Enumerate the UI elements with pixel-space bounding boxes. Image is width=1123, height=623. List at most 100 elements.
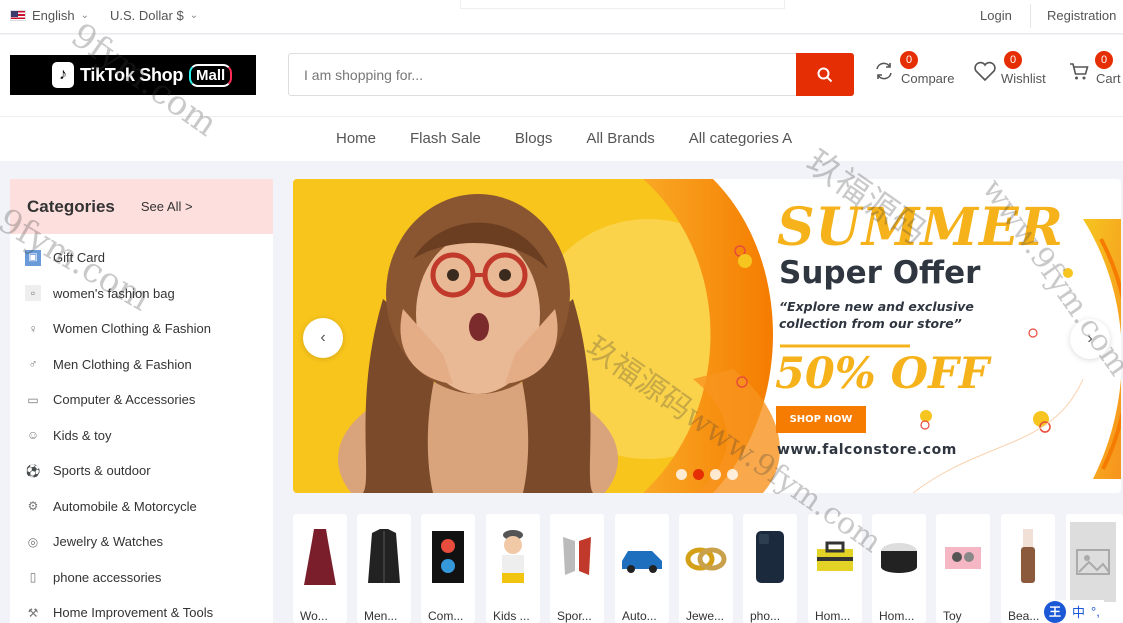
dress-icon: ♀ (28, 321, 38, 336)
nav-item[interactable]: Blogs (498, 117, 570, 161)
sidebar-item[interactable]: ⚙ Automobile & Motorcycle (10, 489, 273, 525)
category-card[interactable]: Men... (357, 514, 411, 623)
category-card[interactable]: Hom... (808, 514, 862, 623)
category-card-label: Auto... (622, 609, 657, 623)
nav-item[interactable]: All Brands (569, 117, 671, 161)
nav-item[interactable]: Home (319, 117, 393, 161)
search-button[interactable] (796, 53, 854, 96)
wishlist-link[interactable]: 0 Wishlist (973, 51, 1046, 86)
category-card[interactable]: Auto... (615, 514, 669, 623)
banner-next-button[interactable]: › (1070, 319, 1110, 359)
category-card[interactable]: pho... (743, 514, 797, 623)
toy-thumb (940, 524, 986, 590)
main-nav: Home Flash Sale Blogs All Brands All categor… (0, 116, 1123, 161)
category-strip: Wo... Men... Com... Kids ... Spor... Auto... J… (293, 514, 1123, 623)
pc-case-thumb (425, 524, 471, 590)
categories-sidebar: Categories See All > ▣ Gift Card ▫ women's … (10, 179, 273, 623)
sidebar-item[interactable]: ⚽ Sports & outdoor (10, 453, 273, 489)
chevron-right-icon: › (1087, 330, 1093, 347)
sidebar-item[interactable]: ☺ Kids & toy (10, 418, 273, 454)
banner-dot[interactable] (710, 469, 721, 480)
category-card[interactable]: Com... (421, 514, 475, 623)
currency-selector[interactable]: U.S. Dollar $ ⌄ (110, 8, 198, 23)
compare-icon: 0 (873, 51, 918, 82)
sidebar-item[interactable]: ◎ Jewelry & Watches (10, 524, 273, 560)
cart-label: Cart (1096, 71, 1121, 86)
car-thumb (619, 524, 665, 590)
image-placeholder-icon: ▫ (25, 285, 41, 302)
sidebar-item[interactable]: ▭ Computer & Accessories (10, 382, 273, 418)
category-card[interactable]: Hom... (872, 514, 926, 623)
language-label: English (32, 8, 75, 23)
nav-item[interactable]: All categories A (672, 117, 809, 161)
lipgloss-thumb (1005, 524, 1051, 590)
sidebar-item[interactable]: ⚒ Home Improvement & Tools (10, 595, 273, 623)
category-card-label: Men... (364, 609, 398, 623)
banner-dots (676, 469, 738, 480)
category-card-label: Toy (943, 609, 962, 623)
site-logo[interactable]: ♪ TikTok Shop Mall (10, 55, 256, 95)
cart-link[interactable]: 0 Cart (1068, 51, 1121, 86)
hero-banner[interactable]: SUMMER Super Offer “Explore new and excl… (293, 179, 1121, 493)
rings-thumb (683, 524, 729, 590)
banner-dot[interactable] (676, 469, 687, 480)
category-card[interactable]: Spor... (550, 514, 604, 623)
sidebar-item-label: Women Clothing & Fashion (53, 321, 212, 337)
categories-header: Categories See All > (10, 179, 273, 234)
category-card[interactable]: Jewe... (679, 514, 733, 623)
toolbox-thumb (812, 524, 858, 590)
sidebar-item[interactable]: ▫ women's fashion bag (10, 276, 273, 312)
category-card-label: Kids ... (493, 609, 530, 623)
banner-dot[interactable] (727, 469, 738, 480)
category-card[interactable]: Kids ... (486, 514, 540, 623)
banner-prev-button[interactable]: ‹ (303, 318, 343, 358)
phone-icon: ▯ (29, 570, 37, 585)
tools-icon: ⚒ (27, 605, 39, 620)
us-flag-icon (10, 10, 26, 21)
sidebar-item-label: phone accessories (53, 569, 162, 585)
sidebar-item[interactable]: ▯ phone accessories (10, 560, 273, 596)
cart-icon: 0 (1068, 51, 1113, 82)
registration-link[interactable]: Registration (1047, 8, 1116, 23)
chevron-down-icon: ⌄ (189, 10, 199, 21)
categories-title: Categories (27, 196, 115, 216)
login-link[interactable]: Login (980, 8, 1012, 23)
sidebar-item[interactable]: ♂ Men Clothing & Fashion (10, 347, 273, 383)
category-card[interactable]: Toy (936, 514, 990, 623)
sidebar-item-label: women's fashion bag (53, 285, 175, 301)
category-card[interactable]: Wo... (293, 514, 347, 623)
logo-text: TikTok Shop (80, 64, 184, 85)
top-dropdown-edge (460, 0, 785, 9)
nav-item[interactable]: Flash Sale (393, 117, 498, 161)
sidebar-item[interactable]: ▣ Gift Card (10, 240, 273, 276)
category-card-label: Hom... (879, 609, 915, 623)
see-all-link[interactable]: See All > (141, 199, 193, 214)
sidebar-item-label: Men Clothing & Fashion (53, 356, 192, 372)
header: ♪ TikTok Shop Mall 0 Compare 0 Wishlist … (0, 35, 1123, 116)
compare-link[interactable]: 0 Compare (873, 51, 954, 86)
chevron-left-icon: ‹ (320, 329, 326, 346)
heart-icon: 0 (973, 51, 1022, 82)
banner-subheadline: Super Offer (779, 255, 981, 291)
pouf-thumb (876, 524, 922, 590)
language-selector[interactable]: English ⌄ (10, 8, 89, 23)
image-placeholder-thumb (1070, 522, 1116, 602)
kid-thumb (490, 524, 536, 590)
shirt-icon: ♂ (28, 357, 38, 372)
jacket-thumb (361, 524, 407, 590)
ime-toolbar[interactable]: 王 中 °, (1040, 600, 1104, 623)
divider (1030, 4, 1031, 28)
category-card-label: Spor... (557, 609, 592, 623)
ime-badge: 王 (1044, 600, 1066, 623)
category-card-label: Jewe... (686, 609, 725, 623)
sidebar-item[interactable]: ♀ Women Clothing & Fashion (10, 311, 273, 347)
banner-dot[interactable] (693, 469, 704, 480)
search-input[interactable] (289, 54, 789, 95)
sidebar-item-label: Gift Card (53, 250, 106, 266)
banner-discount: 50% OFF (775, 349, 990, 399)
sidebar-item-label: Automobile & Motorcycle (53, 498, 197, 514)
sidebar-item-label: Kids & toy (53, 427, 112, 443)
computer-icon: ▭ (27, 392, 39, 407)
shop-now-button[interactable]: SHOP NOW (776, 406, 866, 433)
car-icon: ⚙ (27, 499, 39, 514)
